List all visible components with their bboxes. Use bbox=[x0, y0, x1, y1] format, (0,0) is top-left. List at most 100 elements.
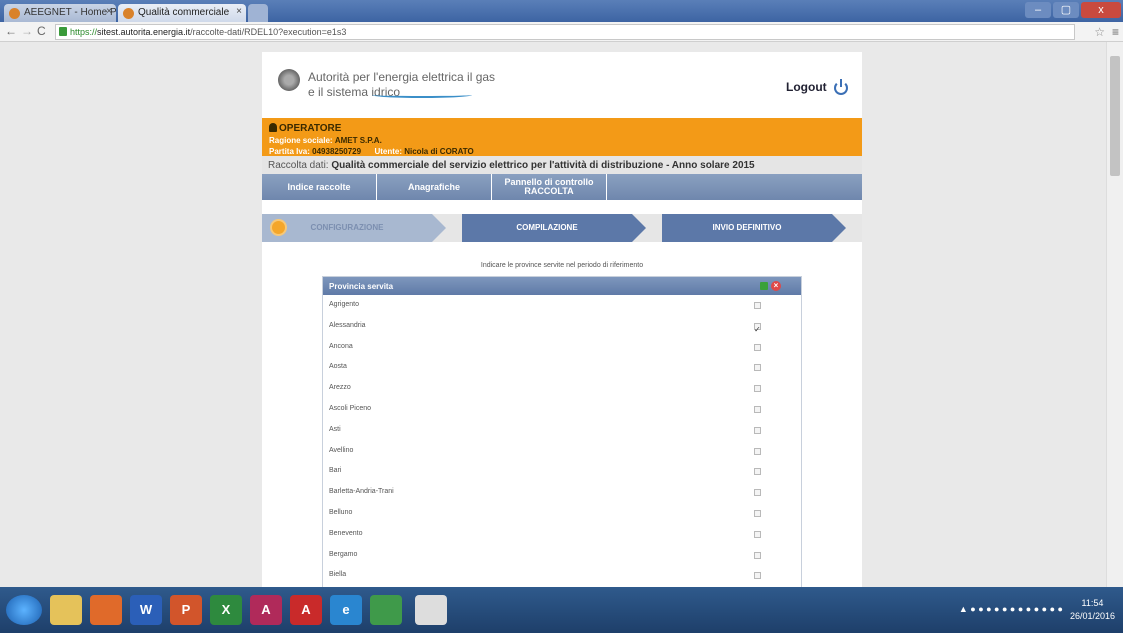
ragione-label: Ragione sociale: bbox=[269, 136, 333, 145]
province-name: Barletta-Andria-Trani bbox=[329, 488, 394, 496]
deselect-all-icon[interactable]: × bbox=[771, 281, 781, 291]
province-checkbox[interactable] bbox=[754, 572, 761, 580]
url-path: /raccolte-dati/RDEL10?execution=e1s3 bbox=[190, 27, 347, 37]
table-row: Barletta-Andria-Trani bbox=[323, 482, 801, 503]
piva-label: Partita Iva: bbox=[269, 147, 310, 156]
reload-icon[interactable]: C bbox=[37, 24, 46, 38]
table-row: Biella bbox=[323, 565, 801, 586]
nav-pannello-label2: RACCOLTA bbox=[524, 186, 574, 196]
app-icon[interactable] bbox=[370, 595, 402, 625]
acrobat-icon[interactable]: A bbox=[290, 595, 322, 625]
new-tab-button[interactable] bbox=[248, 4, 268, 22]
province-name: Asti bbox=[329, 425, 341, 433]
utente-value: Nicola di CORATO bbox=[404, 147, 474, 156]
taskbar-clock[interactable]: 11:54 26/01/2016 bbox=[1070, 597, 1115, 623]
system-tray[interactable]: ▲ ● ● ● ● ● ● ● ● ● ● ● ● bbox=[959, 604, 1063, 614]
nav-indice-raccolte[interactable]: Indice raccolte bbox=[262, 174, 377, 200]
raccolta-bar: Raccolta dati: Qualità commerciale del s… bbox=[262, 156, 862, 174]
nav-pannello-controllo[interactable]: Pannello di controllo RACCOLTA bbox=[492, 174, 607, 200]
excel-icon[interactable]: X bbox=[210, 595, 242, 625]
operator-bar: OPERATORE Ragione sociale: AMET S.P.A. P… bbox=[262, 118, 862, 156]
step-configurazione[interactable]: CONFIGURAZIONE bbox=[262, 214, 432, 242]
province-checkbox[interactable] bbox=[754, 489, 761, 497]
wizard-steps: CONFIGURAZIONE COMPILAZIONE INVIO DEFINI… bbox=[262, 214, 862, 242]
bookmark-star-icon[interactable]: ☆ bbox=[1094, 25, 1105, 39]
clock-date: 26/01/2016 bbox=[1069, 611, 1115, 621]
address-bar: ← → C https://sitest.autorita.energia.it… bbox=[0, 22, 1123, 42]
column-header-provincia: Provincia servita bbox=[329, 282, 394, 291]
access-icon[interactable]: A bbox=[250, 595, 282, 625]
site-header: Autorità per l'energia elettrica il gas … bbox=[262, 52, 862, 118]
step-compilazione[interactable]: COMPILAZIONE bbox=[462, 214, 632, 242]
table-row: Benevento bbox=[323, 524, 801, 545]
table-row: Ascoli Piceno bbox=[323, 399, 801, 420]
table-row: Aosta bbox=[323, 357, 801, 378]
table-body: Agrigento Alessandria Ancona Aosta Arezzo Asc… bbox=[323, 295, 801, 587]
province-checkbox[interactable] bbox=[754, 405, 761, 413]
operator-title-text: OPERATORE bbox=[279, 123, 342, 134]
province-checkbox[interactable] bbox=[754, 530, 761, 538]
page-scrollbar[interactable] bbox=[1106, 42, 1123, 587]
table-header: Provincia servita × bbox=[323, 277, 801, 295]
province-checkbox[interactable] bbox=[754, 426, 761, 434]
province-name: Benevento bbox=[329, 529, 363, 537]
tab-aeegnet-home[interactable]: AEEGNET - Home Pa × bbox=[4, 4, 116, 22]
province-checkbox[interactable] bbox=[754, 447, 761, 455]
forward-arrow-icon[interactable]: → bbox=[21, 24, 33, 38]
table-row: Agrigento bbox=[323, 295, 801, 316]
file-explorer-icon[interactable] bbox=[50, 595, 82, 625]
province-name: Bari bbox=[329, 467, 342, 475]
province-checkbox[interactable] bbox=[754, 320, 761, 341]
table-row: Alessandria bbox=[323, 316, 801, 341]
table-row: Avellino bbox=[323, 441, 801, 462]
logout-button[interactable]: Logout bbox=[786, 78, 848, 95]
scrollbar-thumb[interactable] bbox=[1110, 56, 1120, 176]
utente-label: Utente: bbox=[374, 147, 402, 156]
select-all-icon[interactable] bbox=[760, 282, 768, 290]
menu-icon[interactable]: ≡ bbox=[1112, 25, 1119, 39]
close-tab-icon[interactable]: × bbox=[106, 6, 112, 17]
close-tab-icon[interactable]: × bbox=[236, 6, 242, 17]
step-invio-definitivo[interactable]: INVIO DEFINITIVO bbox=[662, 214, 832, 242]
province-checkbox[interactable] bbox=[754, 343, 761, 351]
province-checkbox[interactable] bbox=[754, 468, 761, 476]
start-button-icon[interactable] bbox=[6, 595, 42, 625]
chrome-icon[interactable] bbox=[415, 595, 447, 625]
person-icon bbox=[269, 123, 277, 132]
url-host: sitest.autorita.energia.it bbox=[97, 27, 191, 37]
url-input[interactable]: https://sitest.autorita.energia.it/racco… bbox=[55, 24, 1075, 40]
republic-emblem-icon bbox=[278, 69, 300, 91]
maximize-button[interactable]: ▢ bbox=[1053, 2, 1079, 18]
step-label: INVIO DEFINITIVO bbox=[712, 223, 782, 232]
table-row: Bari bbox=[323, 461, 801, 482]
powerpoint-icon[interactable]: P bbox=[170, 595, 202, 625]
word-icon[interactable]: W bbox=[130, 595, 162, 625]
tab-qualita-commerciale[interactable]: Qualità commerciale × bbox=[118, 4, 246, 22]
raccolta-value: Qualità commerciale del servizio elettri… bbox=[331, 160, 755, 171]
step-arrow bbox=[832, 214, 846, 242]
province-checkbox[interactable] bbox=[754, 364, 761, 372]
raccolta-label: Raccolta dati: bbox=[268, 160, 329, 171]
province-checkbox[interactable] bbox=[754, 302, 761, 309]
close-window-button[interactable]: x bbox=[1081, 2, 1121, 18]
table-row: Belluno bbox=[323, 503, 801, 524]
province-name: Ancona bbox=[329, 342, 353, 350]
instruction-text: Indicare le province servite nel periodo… bbox=[480, 262, 644, 269]
nav-anagrafiche[interactable]: Anagrafiche bbox=[377, 174, 492, 200]
main-nav: Indice raccolte Anagrafiche Pannello di … bbox=[262, 174, 862, 200]
minimize-button[interactable]: – bbox=[1025, 2, 1051, 18]
province-name: Agrigento bbox=[329, 301, 359, 308]
media-player-icon[interactable] bbox=[90, 595, 122, 625]
province-checkbox[interactable] bbox=[754, 551, 761, 559]
step-arrow bbox=[632, 214, 646, 242]
step-label: COMPILAZIONE bbox=[516, 223, 578, 232]
province-checkbox[interactable] bbox=[754, 385, 761, 393]
table-row: Arezzo bbox=[323, 378, 801, 399]
internet-explorer-icon[interactable]: e bbox=[330, 595, 362, 625]
province-name: Belluno bbox=[329, 508, 353, 516]
province-name: Biella bbox=[329, 571, 347, 579]
province-checkbox[interactable] bbox=[754, 509, 761, 517]
tab-label: AEEGNET - Home Pa bbox=[24, 7, 116, 18]
back-arrow-icon[interactable]: ← bbox=[5, 24, 17, 38]
province-table: Provincia servita × Agrigento Alessandria… bbox=[322, 276, 802, 587]
